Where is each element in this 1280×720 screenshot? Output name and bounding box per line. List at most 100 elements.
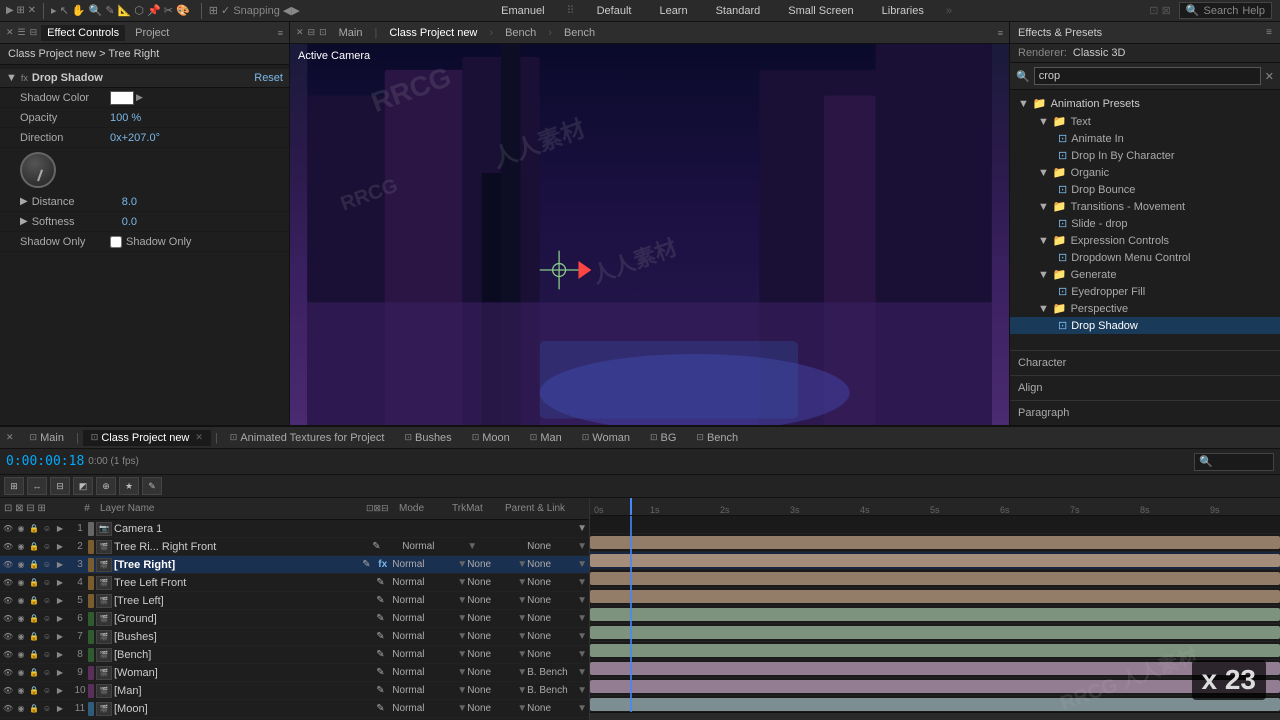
- item-slide-drop[interactable]: ⊡ Slide - drop: [1010, 215, 1280, 232]
- layer-2-collapse[interactable]: ▶: [54, 541, 66, 553]
- layer-3-shy[interactable]: ☺: [41, 559, 53, 571]
- tl-scrollbar[interactable]: [590, 712, 1280, 720]
- layer-8-name[interactable]: [Bench]: [114, 649, 376, 661]
- layer-5-eye[interactable]: 👁: [2, 595, 14, 607]
- layer-2-lock[interactable]: 🔒: [28, 541, 40, 553]
- layer-10-collapse[interactable]: ▶: [54, 685, 66, 697]
- tl-tool4[interactable]: ◩: [73, 477, 93, 495]
- layer-9-lock[interactable]: 🔒: [28, 667, 40, 679]
- tab-effect-controls[interactable]: Effect Controls: [41, 25, 125, 41]
- effect-header[interactable]: ▼ fx Drop Shadow Reset: [0, 69, 289, 88]
- reset-button[interactable]: Reset: [254, 72, 283, 84]
- layer-4-lock[interactable]: 🔒: [28, 577, 40, 589]
- tl-tab-animated[interactable]: ⊡ Animated Textures for Project: [222, 430, 393, 446]
- opacity-value[interactable]: 100 %: [110, 112, 141, 124]
- menu-libraries[interactable]: Libraries: [876, 3, 930, 19]
- tl-tab-moon[interactable]: ⊡ Moon: [464, 430, 518, 446]
- category-organic[interactable]: ▼ 📁 Organic: [1010, 164, 1280, 181]
- item-dropdown-menu[interactable]: ⊡ Dropdown Menu Control: [1010, 249, 1280, 266]
- layer-row-11[interactable]: 👁 ◉ 🔒 ☺ ▶ 11 🎬 [Moon] ✎ Normal ▼: [0, 700, 589, 718]
- layer-row-6[interactable]: 👁 ◉ 🔒 ☺ ▶ 6 🎬 [Ground] ✎ Normal ▼: [0, 610, 589, 628]
- layer-6-name[interactable]: [Ground]: [114, 613, 376, 625]
- layer-11-shy[interactable]: ☺: [41, 703, 53, 715]
- layer-row-9[interactable]: 👁 ◉ 🔒 ☺ ▶ 9 🎬 [Woman] ✎ Normal ▼: [0, 664, 589, 682]
- category-transitions[interactable]: ▼ 📁 Transitions - Movement: [1010, 198, 1280, 215]
- layer-6-eye[interactable]: 👁: [2, 613, 14, 625]
- item-animate-in[interactable]: ⊡ Animate In: [1010, 130, 1280, 147]
- layer-11-eye[interactable]: 👁: [2, 703, 14, 715]
- tl-tool7[interactable]: ✎: [142, 477, 162, 495]
- layer-3-solo[interactable]: ◉: [15, 559, 27, 571]
- layer-7-solo[interactable]: ◉: [15, 631, 27, 643]
- tl-tab-class-close[interactable]: ✕: [195, 432, 203, 443]
- layer-8-eye[interactable]: 👁: [2, 649, 14, 661]
- tl-timecode[interactable]: 0:00:00:18: [6, 454, 84, 469]
- layer-1-name[interactable]: Camera 1: [114, 523, 352, 535]
- layer-5-collapse[interactable]: ▶: [54, 595, 66, 607]
- category-perspective[interactable]: ▼ 📁 Perspective: [1010, 300, 1280, 317]
- effects-menu-icon[interactable]: ≡: [1266, 27, 1272, 38]
- layer-3-lock[interactable]: 🔒: [28, 559, 40, 571]
- category-text[interactable]: ▼ 📁 Text: [1010, 113, 1280, 130]
- layer-7-collapse[interactable]: ▶: [54, 631, 66, 643]
- direction-value[interactable]: 0x+207.0°: [110, 132, 160, 144]
- layer-row-10[interactable]: 👁 ◉ 🔒 ☺ ▶ 10 🎬 [Man] ✎ Normal ▼: [0, 682, 589, 700]
- tl-tab-woman[interactable]: ⊡ Woman: [574, 430, 638, 446]
- layer-4-solo[interactable]: ◉: [15, 577, 27, 589]
- layer-11-collapse[interactable]: ▶: [54, 703, 66, 715]
- category-generate[interactable]: ▼ 📁 Generate: [1010, 266, 1280, 283]
- direction-dial[interactable]: [20, 152, 56, 188]
- comp-tab-class[interactable]: Class Project new: [381, 25, 485, 41]
- layer-6-solo[interactable]: ◉: [15, 613, 27, 625]
- tl-tool3[interactable]: ⊟: [50, 477, 70, 495]
- item-drop-bounce[interactable]: ⊡ Drop Bounce: [1010, 181, 1280, 198]
- layer-1-solo[interactable]: ◉: [15, 523, 27, 535]
- tl-tab-bench[interactable]: ⊡ Bench: [688, 430, 746, 446]
- softness-value[interactable]: 0.0: [122, 216, 137, 228]
- comp-tab-bench2[interactable]: Bench: [556, 25, 603, 41]
- layer-4-name[interactable]: Tree Left Front: [114, 577, 376, 589]
- comp-menu[interactable]: ⊟: [308, 27, 316, 38]
- shadow-color-arrow[interactable]: ▶: [136, 92, 143, 103]
- category-expression[interactable]: ▼ 📁 Expression Controls: [1010, 232, 1280, 249]
- effects-search-input[interactable]: [1034, 67, 1261, 85]
- softness-expand[interactable]: ▶: [20, 216, 28, 227]
- comp-tab-main[interactable]: Main: [331, 25, 371, 41]
- tl-tool1[interactable]: ⊞: [4, 477, 24, 495]
- comp-tab-bench1[interactable]: Bench: [497, 25, 544, 41]
- layer-1-eye[interactable]: 👁: [2, 523, 14, 535]
- layer-6-lock[interactable]: 🔒: [28, 613, 40, 625]
- layer-row-2[interactable]: 👁 ◉ 🔒 ☺ ▶ 2 🎬 Tree Ri... Right Front ✎ N…: [0, 538, 589, 556]
- layer-4-collapse[interactable]: ▶: [54, 577, 66, 589]
- tl-tab-bg[interactable]: ⊡ BG: [642, 430, 684, 446]
- layer-8-solo[interactable]: ◉: [15, 649, 27, 661]
- item-drop-in-by-char[interactable]: ⊡ Drop In By Character: [1010, 147, 1280, 164]
- comp-panel-menu[interactable]: ≡: [998, 28, 1003, 38]
- menu-standard[interactable]: Standard: [710, 3, 767, 19]
- menu-default[interactable]: Default: [591, 3, 638, 19]
- layer-10-eye[interactable]: 👁: [2, 685, 14, 697]
- layer-8-shy[interactable]: ☺: [41, 649, 53, 661]
- tl-tab-man[interactable]: ⊡ Man: [522, 430, 570, 446]
- layer-10-solo[interactable]: ◉: [15, 685, 27, 697]
- layer-9-eye[interactable]: 👁: [2, 667, 14, 679]
- layer-3-eye[interactable]: 👁: [2, 559, 14, 571]
- layer-row-3[interactable]: 👁 ◉ 🔒 ☺ ▶ 3 🎬 [Tree Right] ✎ fx Normal ▼…: [0, 556, 589, 574]
- layer-row-8[interactable]: 👁 ◉ 🔒 ☺ ▶ 8 🎬 [Bench] ✎ Normal ▼: [0, 646, 589, 664]
- layer-2-shy[interactable]: ☺: [41, 541, 53, 553]
- layer-4-eye[interactable]: 👁: [2, 577, 14, 589]
- layer-7-name[interactable]: [Bushes]: [114, 631, 376, 643]
- layer-8-lock[interactable]: 🔒: [28, 649, 40, 661]
- tl-search-input[interactable]: [1194, 453, 1274, 471]
- expand-btn[interactable]: ⊟: [30, 27, 38, 38]
- layer-10-shy[interactable]: ☺: [41, 685, 53, 697]
- layer-2-name[interactable]: Tree Ri... Right Front: [114, 541, 372, 553]
- layer-1-shy[interactable]: ☺: [41, 523, 53, 535]
- layer-7-eye[interactable]: 👁: [2, 631, 14, 643]
- effects-search-close[interactable]: ✕: [1265, 70, 1274, 83]
- layer-row-5[interactable]: 👁 ◉ 🔒 ☺ ▶ 5 🎬 [Tree Left] ✎ Normal ▼: [0, 592, 589, 610]
- layer-9-name[interactable]: [Woman]: [114, 667, 376, 679]
- layer-2-eye[interactable]: 👁: [2, 541, 14, 553]
- tl-tool6[interactable]: ★: [119, 477, 139, 495]
- shadow-color-swatch[interactable]: [110, 91, 134, 105]
